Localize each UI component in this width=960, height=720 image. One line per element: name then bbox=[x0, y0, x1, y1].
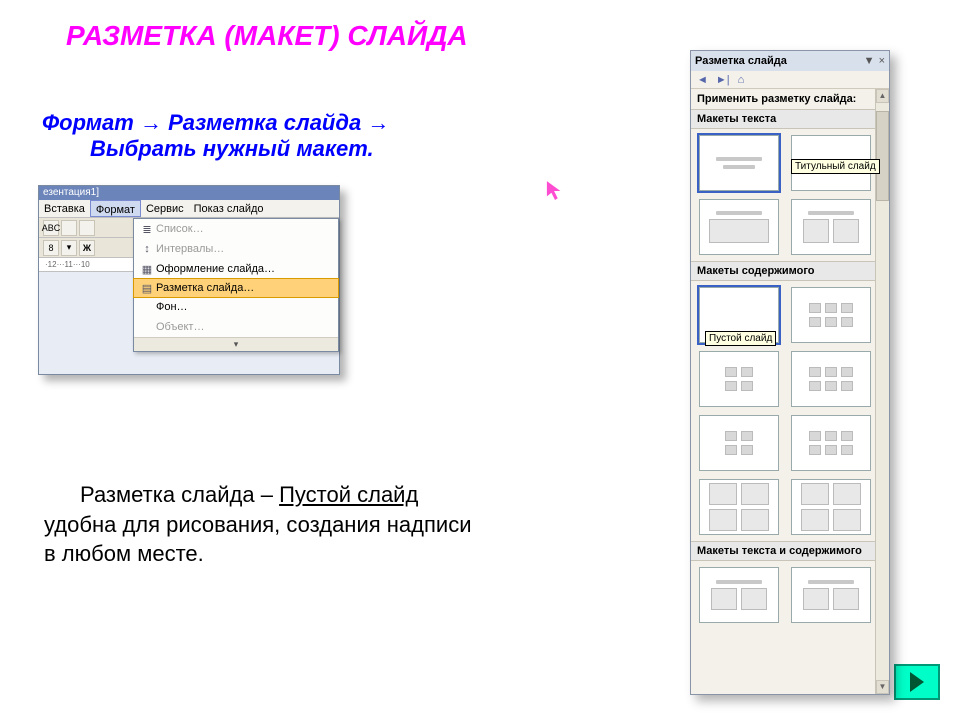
section-text-layouts: Макеты текста bbox=[691, 109, 889, 129]
layout-tc-1[interactable] bbox=[699, 567, 779, 623]
section-text-content-layouts: Макеты текста и содержимого bbox=[691, 541, 889, 561]
design-icon: ▦ bbox=[138, 263, 156, 276]
scroll-thumb[interactable] bbox=[876, 111, 889, 201]
gallery-text-layouts: Титульный слайд bbox=[691, 129, 889, 261]
menu-item-background[interactable]: Фон… bbox=[134, 297, 338, 317]
menu-slideshow[interactable]: Показ слайдо bbox=[189, 200, 269, 217]
play-icon bbox=[910, 672, 924, 692]
menu-path-layout: Разметка слайда bbox=[168, 110, 361, 135]
tooltip-empty-slide: Пустой слайд bbox=[705, 331, 776, 346]
taskpane-titlebar: Разметка слайда ▼ × bbox=[691, 51, 889, 71]
layout-content[interactable] bbox=[791, 287, 871, 343]
menu-insert[interactable]: Вставка bbox=[39, 200, 90, 217]
menu-item-label: Список… bbox=[156, 223, 204, 235]
layout-title-text[interactable] bbox=[699, 199, 779, 255]
format-dropdown: ≣ Список… ↕ Интервалы… ▦ Оформление слай… bbox=[133, 218, 339, 352]
bold-button[interactable]: Ж bbox=[79, 240, 95, 256]
menu-path-format: Формат bbox=[42, 110, 134, 135]
toolbar-icon[interactable] bbox=[61, 220, 77, 236]
menu-item-list[interactable]: ≣ Список… bbox=[134, 219, 338, 239]
arrow-icon: → bbox=[367, 110, 389, 135]
chevron-down-icon[interactable]: ▼ bbox=[864, 55, 875, 67]
layout-content-3[interactable] bbox=[791, 351, 871, 407]
scroll-up-icon[interactable]: ▲ bbox=[876, 89, 889, 103]
layout-content-6[interactable] bbox=[699, 479, 779, 535]
arrow-icon: → bbox=[140, 110, 162, 135]
page-title: РАЗМЕТКА (МАКЕТ) СЛАЙДА bbox=[66, 20, 468, 52]
gallery-content-layouts: Пустой слайд bbox=[691, 281, 889, 541]
layout-icon: ▤ bbox=[138, 282, 156, 295]
menu-expand[interactable]: ▾ bbox=[134, 337, 338, 351]
body-underlined: Пустой слайд bbox=[279, 482, 418, 507]
tooltip-title-slide: Титульный слайд bbox=[791, 159, 880, 174]
toolbar-icon[interactable]: ABC bbox=[43, 220, 59, 236]
scroll-down-icon[interactable]: ▼ bbox=[876, 680, 889, 694]
layout-content-4[interactable] bbox=[699, 415, 779, 471]
menubar: Вставка Формат Сервис Показ слайдо bbox=[39, 200, 339, 218]
nav-home-icon[interactable]: ⌂ bbox=[738, 74, 745, 86]
body-rest: удобна для рисования, создания надписи в… bbox=[44, 512, 472, 567]
layout-content-7[interactable] bbox=[791, 479, 871, 535]
layout-two-text[interactable] bbox=[791, 199, 871, 255]
body-paragraph: Разметка слайда – Пустой слайд удобна дл… bbox=[44, 480, 484, 569]
font-size-box[interactable]: 8 bbox=[43, 240, 59, 256]
layout-tc-2[interactable] bbox=[791, 567, 871, 623]
window-titlebar: езентация1] bbox=[39, 186, 339, 200]
body-prefix: Разметка слайда – bbox=[80, 482, 279, 507]
taskpane-nav: ◄ ►| ⌂ bbox=[691, 71, 889, 89]
menu-format[interactable]: Формат bbox=[90, 200, 141, 217]
layout-content-2[interactable] bbox=[699, 351, 779, 407]
menu-service[interactable]: Сервис bbox=[141, 200, 189, 217]
menu-path-choose: Выбрать нужный макет. bbox=[42, 136, 472, 162]
menu-item-slide-layout[interactable]: ▤ Разметка слайда… bbox=[133, 278, 339, 298]
menu-item-label: Разметка слайда… bbox=[156, 282, 254, 294]
taskpane-title: Разметка слайда bbox=[695, 55, 787, 67]
cursor-icon bbox=[546, 180, 564, 202]
menu-item-label: Фон… bbox=[156, 301, 188, 313]
format-menu-screenshot: езентация1] Вставка Формат Сервис Показ … bbox=[38, 185, 340, 375]
gallery-text-content-layouts bbox=[691, 561, 889, 629]
taskpane-scrollbar[interactable]: ▲ ▼ bbox=[875, 89, 889, 694]
next-slide-button[interactable] bbox=[894, 664, 940, 700]
spacing-icon: ↕ bbox=[138, 243, 156, 255]
slide-layout-taskpane: Разметка слайда ▼ × ◄ ►| ⌂ Применить раз… bbox=[690, 50, 890, 695]
layout-title-slide[interactable] bbox=[699, 135, 779, 191]
list-icon: ≣ bbox=[138, 223, 156, 236]
nav-forward-icon[interactable]: ►| bbox=[716, 74, 730, 86]
nav-back-icon[interactable]: ◄ bbox=[697, 74, 708, 86]
menu-item-object[interactable]: Объект… bbox=[134, 317, 338, 337]
menu-item-label: Интервалы… bbox=[156, 243, 224, 255]
menu-path: Формат → Разметка слайда → Выбрать нужны… bbox=[42, 110, 472, 162]
menu-item-intervals[interactable]: ↕ Интервалы… bbox=[134, 239, 338, 259]
section-content-layouts: Макеты содержимого bbox=[691, 261, 889, 281]
layout-content-5[interactable] bbox=[791, 415, 871, 471]
close-icon[interactable]: × bbox=[879, 55, 885, 67]
apply-layout-label: Применить разметку слайда: bbox=[691, 89, 889, 109]
toolbar-icon[interactable] bbox=[79, 220, 95, 236]
dropdown-icon[interactable]: ▾ bbox=[61, 240, 77, 256]
menu-item-design[interactable]: ▦ Оформление слайда… bbox=[134, 259, 338, 279]
menu-item-label: Объект… bbox=[156, 321, 204, 333]
menu-item-label: Оформление слайда… bbox=[156, 263, 275, 275]
